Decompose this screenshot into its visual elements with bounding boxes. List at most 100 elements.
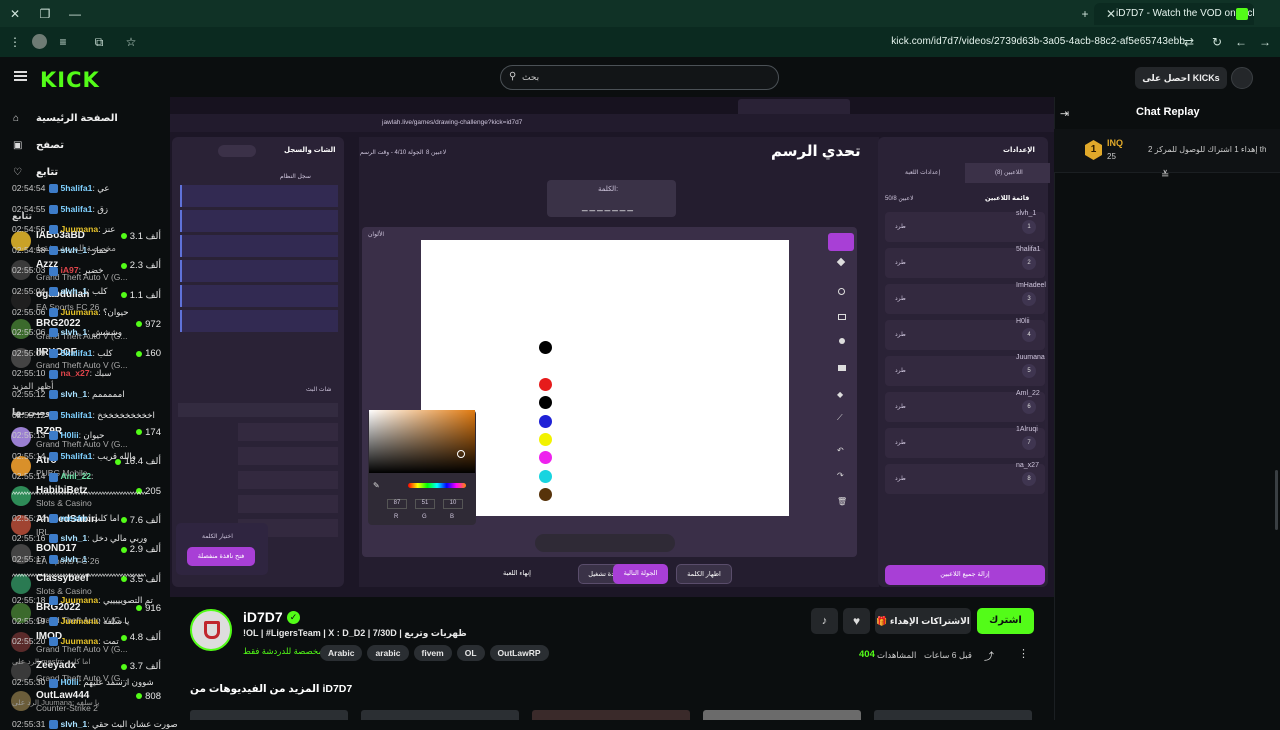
message-username[interactable]: Juumana	[60, 224, 98, 234]
tag-arabic-2[interactable]: arabic	[367, 645, 409, 661]
eyedropper-icon[interactable]: ✎	[373, 481, 382, 490]
minimize-window-icon[interactable]: —	[68, 7, 82, 21]
color-swatch-blue[interactable]	[539, 415, 552, 428]
bookmark-star-icon[interactable]: ☆	[124, 35, 138, 49]
reload-icon[interactable]: ↻	[1210, 35, 1224, 49]
message-username[interactable]: Juumana	[60, 595, 98, 605]
tag-fivem[interactable]: fivem	[413, 645, 452, 661]
nav-browse[interactable]: ▣ تصفح	[13, 140, 64, 151]
message-username[interactable]: 5halifa1	[60, 183, 92, 193]
redo-icon[interactable]: ↷	[837, 471, 844, 480]
back-icon[interactable]: ←	[1234, 35, 1248, 49]
color-swatch-yellow[interactable]	[539, 433, 552, 446]
share-icon[interactable]: ⤴	[984, 648, 994, 663]
color-swatch-black[interactable]	[539, 341, 552, 354]
hamburger-menu-icon[interactable]	[14, 71, 27, 81]
color-swatch-black-2[interactable]	[539, 396, 552, 409]
message-username[interactable]: H0lii	[60, 677, 78, 687]
message-username[interactable]: 5halifa1	[60, 348, 92, 358]
rect-tool-icon[interactable]	[838, 314, 846, 320]
remove-all-players-button[interactable]: إزالة جميع اللاعبين	[885, 565, 1045, 585]
more-options-icon[interactable]: ⋮	[1018, 647, 1029, 660]
drawing-canvas[interactable]	[421, 240, 789, 516]
filled-rect-tool-icon[interactable]	[838, 365, 846, 371]
tag-ol[interactable]: OL	[456, 645, 485, 661]
restore-window-icon[interactable]: ❐	[38, 7, 52, 21]
color-swatch-cyan[interactable]	[539, 470, 552, 483]
message-username[interactable]: Aml_22	[60, 471, 91, 481]
end-game-button[interactable]: إنهاء اللعبة	[496, 564, 538, 584]
subscribe-button[interactable]: اشترك	[977, 608, 1034, 634]
tag-outlawrp[interactable]: OutLawRP	[489, 645, 549, 661]
kick-logo[interactable]: KICK	[40, 68, 100, 92]
kick-player-button[interactable]: طرد	[895, 295, 906, 302]
chat-scrollbar[interactable]	[1275, 470, 1278, 530]
close-window-icon[interactable]: ✕	[8, 7, 22, 21]
undo-icon[interactable]: ↶	[837, 446, 844, 455]
open-window-button[interactable]: فتح نافذة منفصلة	[187, 547, 255, 566]
reveal-word-button[interactable]: اظهار الكلمة	[676, 564, 732, 584]
message-username[interactable]: iA97	[60, 265, 78, 275]
expand-chevron-icon[interactable]: ≚	[1161, 170, 1169, 181]
nav-following[interactable]: ♡ تتابع	[13, 167, 58, 178]
line-tool-icon[interactable]: ⟋	[837, 413, 843, 423]
color-swatch-red[interactable]	[539, 378, 552, 391]
kick-player-button[interactable]: طرد	[895, 367, 906, 374]
menu-dots-icon[interactable]: ⋮	[8, 35, 22, 49]
extensions-icon[interactable]: ⧉	[92, 35, 106, 49]
kick-player-button[interactable]: طرد	[895, 223, 906, 230]
message-username[interactable]: H0lii	[60, 430, 78, 440]
channel-name[interactable]: iD7D7	[243, 609, 283, 625]
nav-home[interactable]: ⌂ الصفحة الرئيسية	[13, 113, 118, 124]
search-input[interactable]	[500, 65, 779, 90]
message-username[interactable]: slvh_1	[60, 719, 87, 729]
tag-arabic[interactable]: Arabic	[320, 645, 363, 661]
fill-bucket-icon[interactable]: ◆	[837, 390, 843, 399]
pencil-tool-button[interactable]	[828, 233, 854, 251]
get-kicks-button[interactable]: احصل على KICKs	[1135, 67, 1227, 89]
reading-list-icon[interactable]: ≡	[56, 35, 70, 49]
color-swatch-magenta[interactable]	[539, 451, 552, 464]
notification-bell-icon[interactable]: ♪	[811, 608, 838, 634]
rgb-r-value[interactable]: 87	[387, 499, 407, 509]
new-tab-icon[interactable]: +	[1078, 7, 1092, 21]
message-username[interactable]: 5halifa1	[60, 410, 92, 420]
next-round-button[interactable]: الجولة التالية	[613, 564, 668, 584]
tab-close-icon[interactable]: ✕	[1104, 7, 1118, 21]
message-username[interactable]: mesfrr	[60, 513, 87, 523]
color-picker-handle[interactable]	[457, 450, 465, 458]
tab-game-settings[interactable]: إعدادات اللعبة	[905, 169, 940, 176]
kick-player-button[interactable]: طرد	[895, 403, 906, 410]
message-username[interactable]: Juumana	[60, 616, 98, 626]
rgb-g-value[interactable]: 51	[415, 499, 435, 509]
rgb-b-value[interactable]: 10	[443, 499, 463, 509]
message-username[interactable]: Juumana	[60, 307, 98, 317]
message-username[interactable]: slvh_1	[60, 389, 87, 399]
trash-icon[interactable]: 🗑	[837, 497, 847, 506]
profile-avatar-icon[interactable]	[32, 34, 47, 49]
message-username[interactable]: 5halifa1	[60, 451, 92, 461]
color-swatch-brown[interactable]	[539, 488, 552, 501]
kick-player-button[interactable]: طرد	[895, 475, 906, 482]
circle-tool-icon[interactable]	[838, 288, 845, 295]
message-username[interactable]: slvh_1	[60, 554, 87, 564]
message-username[interactable]: slvh_1	[60, 245, 87, 255]
filled-circle-tool-icon[interactable]	[839, 338, 845, 344]
follow-heart-icon[interactable]: ♥	[843, 608, 870, 634]
message-username[interactable]: na_x27	[60, 368, 89, 378]
message-username[interactable]: slvh_1	[60, 533, 87, 543]
color-gradient-area[interactable]	[369, 410, 475, 473]
forward-icon[interactable]: →	[1258, 35, 1272, 49]
channel-avatar[interactable]	[190, 609, 232, 651]
kick-player-button[interactable]: طرد	[895, 259, 906, 266]
message-username[interactable]: Juumana	[60, 636, 98, 646]
stream-category[interactable]: مخصصة للدردشة فقط	[243, 646, 323, 657]
hue-slider[interactable]	[408, 483, 466, 488]
url-text[interactable]: kick.com/id7d7/videos/2739d63b-3a05-4acb…	[891, 36, 1185, 47]
collapse-chat-icon[interactable]: ⇥	[1060, 107, 1069, 120]
kick-player-button[interactable]: طرد	[895, 331, 906, 338]
gift-subs-button[interactable]: 🎁 الاشتراكات الإهداء	[875, 608, 971, 634]
color-swatch-white[interactable]	[539, 359, 552, 372]
brush-size-bar[interactable]	[535, 534, 675, 552]
message-username[interactable]: slvh_1	[60, 327, 87, 337]
